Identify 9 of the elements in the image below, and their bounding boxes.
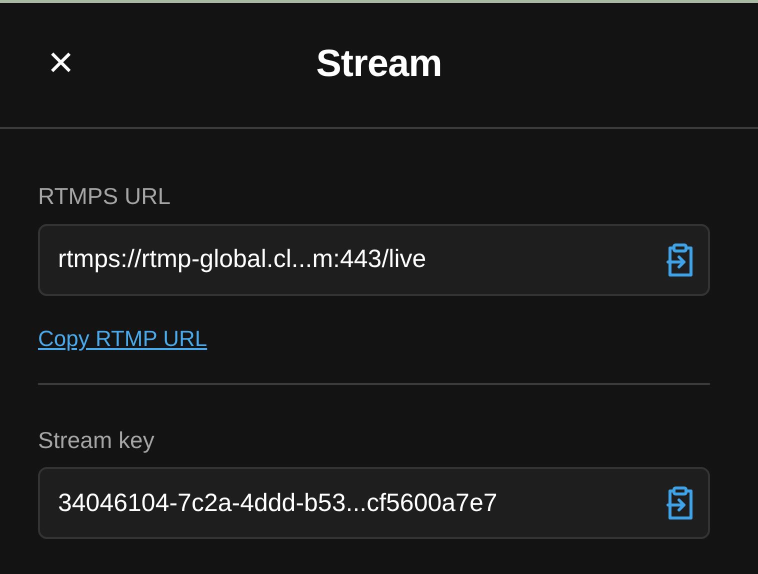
text-field[interactable]: 34046104-7c2a-4ddd-b53...cf5600a7e7 <box>38 467 710 539</box>
clipboard-icon <box>666 242 694 276</box>
clipboard-icon <box>666 486 694 520</box>
field-label: RTMPS URL <box>38 182 170 211</box>
close-button[interactable]: × <box>44 41 78 85</box>
field-label: Stream key <box>38 426 154 455</box>
dialog-title: Stream <box>316 42 442 88</box>
text-field[interactable]: rtmps://rtmp-global.cl...m:443/live <box>38 224 710 296</box>
copy-link[interactable]: Copy RTMP URL <box>38 322 208 354</box>
